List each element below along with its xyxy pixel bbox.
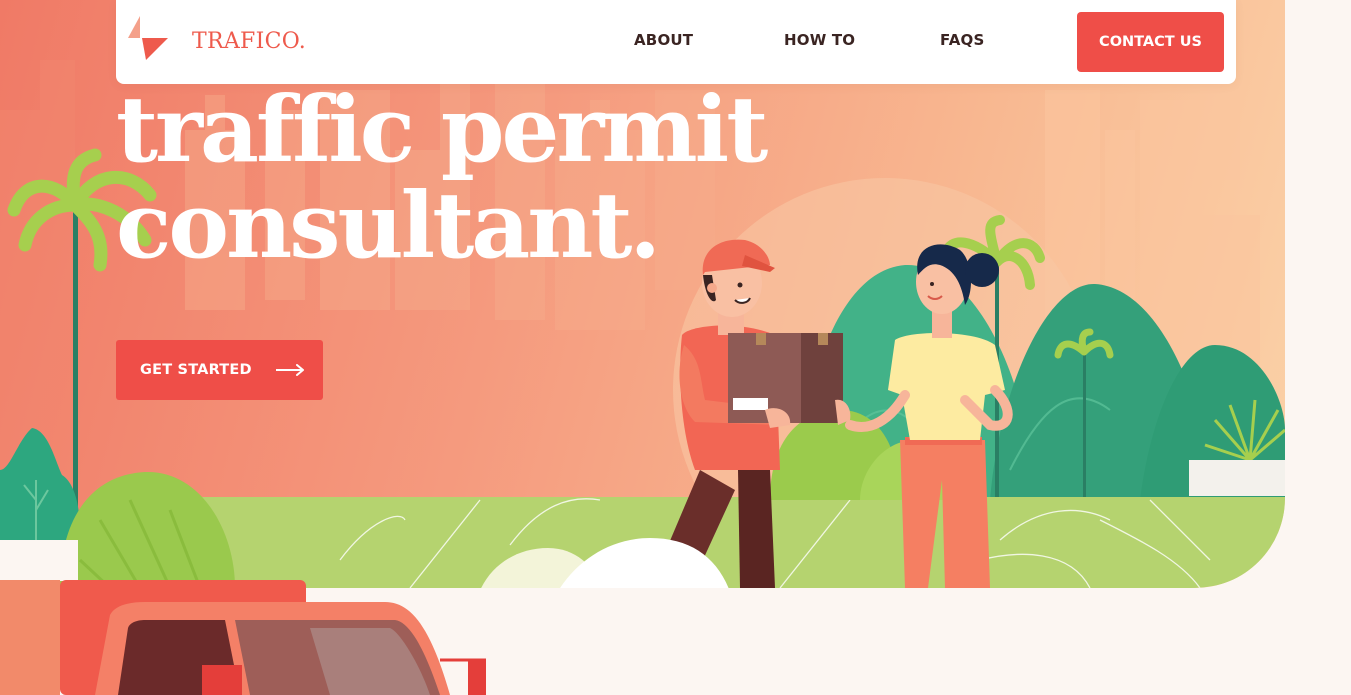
- nav-about[interactable]: ABOUT: [634, 31, 693, 49]
- contact-us-button[interactable]: CONTACT US: [1077, 12, 1224, 72]
- round-bush: [60, 471, 235, 588]
- brand-logo[interactable]: TRAFICO.: [128, 16, 306, 60]
- arrow-triangle-logo-icon: [128, 16, 168, 60]
- shrub-left: [0, 428, 80, 540]
- red-truck-illustration: [0, 580, 486, 695]
- get-started-label: GET STARTED: [140, 362, 252, 378]
- ledge-left: [0, 540, 78, 581]
- headline-line-1: traffic permit: [116, 77, 768, 183]
- nav-how-to[interactable]: HOW TO: [784, 31, 855, 49]
- long-arrow-right-icon: [275, 364, 304, 376]
- ledge-right: [1189, 460, 1285, 496]
- brand-name: TRAFICO.: [192, 28, 307, 54]
- top-navbar: TRAFICO. ABOUT HOW TO FAQS CONTACT US: [116, 0, 1236, 84]
- get-started-button[interactable]: GET STARTED: [116, 340, 323, 400]
- nav-faqs[interactable]: FAQS: [940, 31, 985, 49]
- hero-headline: traffic permit consultant.: [116, 77, 768, 279]
- landing-page: traffic permit consultant. GET STARTED T…: [0, 0, 1351, 695]
- grass-strip: [180, 497, 1285, 588]
- headline-line-2: consultant.: [116, 173, 661, 279]
- cardboard-box-icon: [728, 333, 851, 428]
